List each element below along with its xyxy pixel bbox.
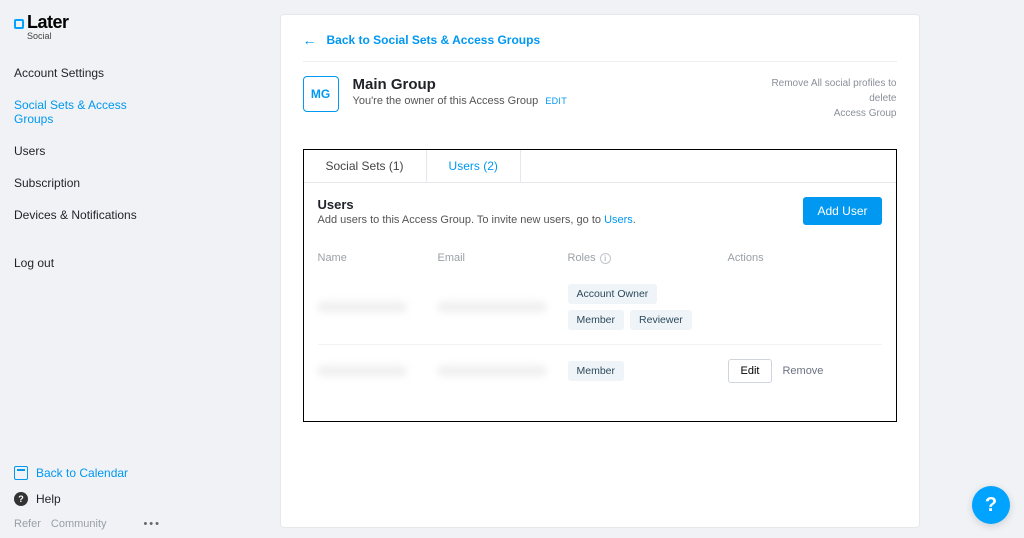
add-user-button[interactable]: Add User xyxy=(803,197,881,225)
sidebar-item-subscription[interactable]: Subscription xyxy=(0,167,175,199)
divider xyxy=(303,61,897,62)
users-subtitle-link[interactable]: Users xyxy=(604,214,633,226)
cell-name xyxy=(318,302,406,312)
users-subtitle: Add users to this Access Group. To invit… xyxy=(318,214,636,226)
group-delete-hint: Remove All social profiles to delete Acc… xyxy=(747,76,897,121)
sidebar-bottom: Back to Calendar ? Help Refer Community … xyxy=(0,460,175,530)
sidebar-item-social-sets[interactable]: Social Sets & Access Groups xyxy=(0,89,175,135)
group-avatar: MG xyxy=(303,76,339,112)
cell-email xyxy=(438,366,546,376)
th-email: Email xyxy=(438,252,558,264)
role-pill: Member xyxy=(568,361,625,381)
footer-refer-link[interactable]: Refer xyxy=(14,518,41,530)
content-card: ← Back to Social Sets & Access Groups MG… xyxy=(280,14,920,528)
group-header: MG Main Group You're the owner of this A… xyxy=(303,76,897,121)
main: ← Back to Social Sets & Access Groups MG… xyxy=(175,0,1024,538)
tab-social-sets[interactable]: Social Sets (1) xyxy=(304,150,427,182)
sidebar: Later Social Account Settings Social Set… xyxy=(0,0,175,538)
back-link-label: Back to Social Sets & Access Groups xyxy=(327,33,541,47)
table-row: Member Edit Remove xyxy=(318,345,882,397)
tab-users[interactable]: Users (2) xyxy=(427,150,521,182)
logo-mark-icon xyxy=(14,19,24,29)
cell-roles: Member xyxy=(568,361,718,381)
group-edit-link[interactable]: EDIT xyxy=(545,96,567,106)
cell-name xyxy=(318,366,406,376)
info-icon[interactable]: i xyxy=(600,253,611,264)
footer-more-icon[interactable]: ••• xyxy=(143,518,161,530)
back-to-calendar-link[interactable]: Back to Calendar xyxy=(14,460,161,486)
table-header: Name Email Roles i Actions xyxy=(318,252,882,270)
th-actions: Actions xyxy=(728,252,882,264)
logo-subbrand: Social xyxy=(27,31,161,41)
sidebar-item-account-settings[interactable]: Account Settings xyxy=(0,57,175,89)
calendar-icon xyxy=(14,466,28,480)
sidebar-item-devices[interactable]: Devices & Notifications xyxy=(0,199,175,231)
users-panel: Social Sets (1) Users (2) Users Add user… xyxy=(303,149,897,422)
logo-brand: Later xyxy=(27,12,69,33)
users-heading: Users xyxy=(318,197,636,212)
role-pill: Member xyxy=(568,310,625,330)
group-subtitle: You're the owner of this Access Group ED… xyxy=(353,95,568,107)
remove-link[interactable]: Remove xyxy=(782,365,823,377)
cell-roles: Account Owner Member Reviewer xyxy=(568,284,718,330)
arrow-left-icon: ← xyxy=(303,33,317,47)
help-label: Help xyxy=(36,492,61,506)
panel-body: Users Add users to this Access Group. To… xyxy=(304,183,896,421)
logo: Later Social xyxy=(0,12,175,49)
th-name: Name xyxy=(318,252,428,264)
th-roles: Roles i xyxy=(568,252,718,264)
sidebar-nav: Account Settings Social Sets & Access Gr… xyxy=(0,57,175,279)
help-link[interactable]: ? Help xyxy=(14,486,161,512)
edit-button[interactable]: Edit xyxy=(728,359,773,383)
help-fab-button[interactable]: ? xyxy=(972,486,1010,524)
sidebar-item-logout[interactable]: Log out xyxy=(0,247,175,279)
sidebar-footer: Refer Community ••• xyxy=(14,512,161,530)
group-title: Main Group xyxy=(353,76,568,93)
cell-email xyxy=(438,302,546,312)
role-pill: Reviewer xyxy=(630,310,692,330)
table-row: Account Owner Member Reviewer xyxy=(318,270,882,345)
back-link[interactable]: ← Back to Social Sets & Access Groups xyxy=(303,33,897,61)
tabs: Social Sets (1) Users (2) xyxy=(304,150,896,183)
cell-actions: Edit Remove xyxy=(728,359,882,383)
back-to-calendar-label: Back to Calendar xyxy=(36,466,128,480)
footer-community-link[interactable]: Community xyxy=(51,518,107,530)
users-table: Name Email Roles i Actions xyxy=(318,252,882,397)
sidebar-item-users[interactable]: Users xyxy=(0,135,175,167)
users-header: Users Add users to this Access Group. To… xyxy=(318,197,882,226)
help-icon: ? xyxy=(14,492,28,506)
role-pill: Account Owner xyxy=(568,284,658,304)
